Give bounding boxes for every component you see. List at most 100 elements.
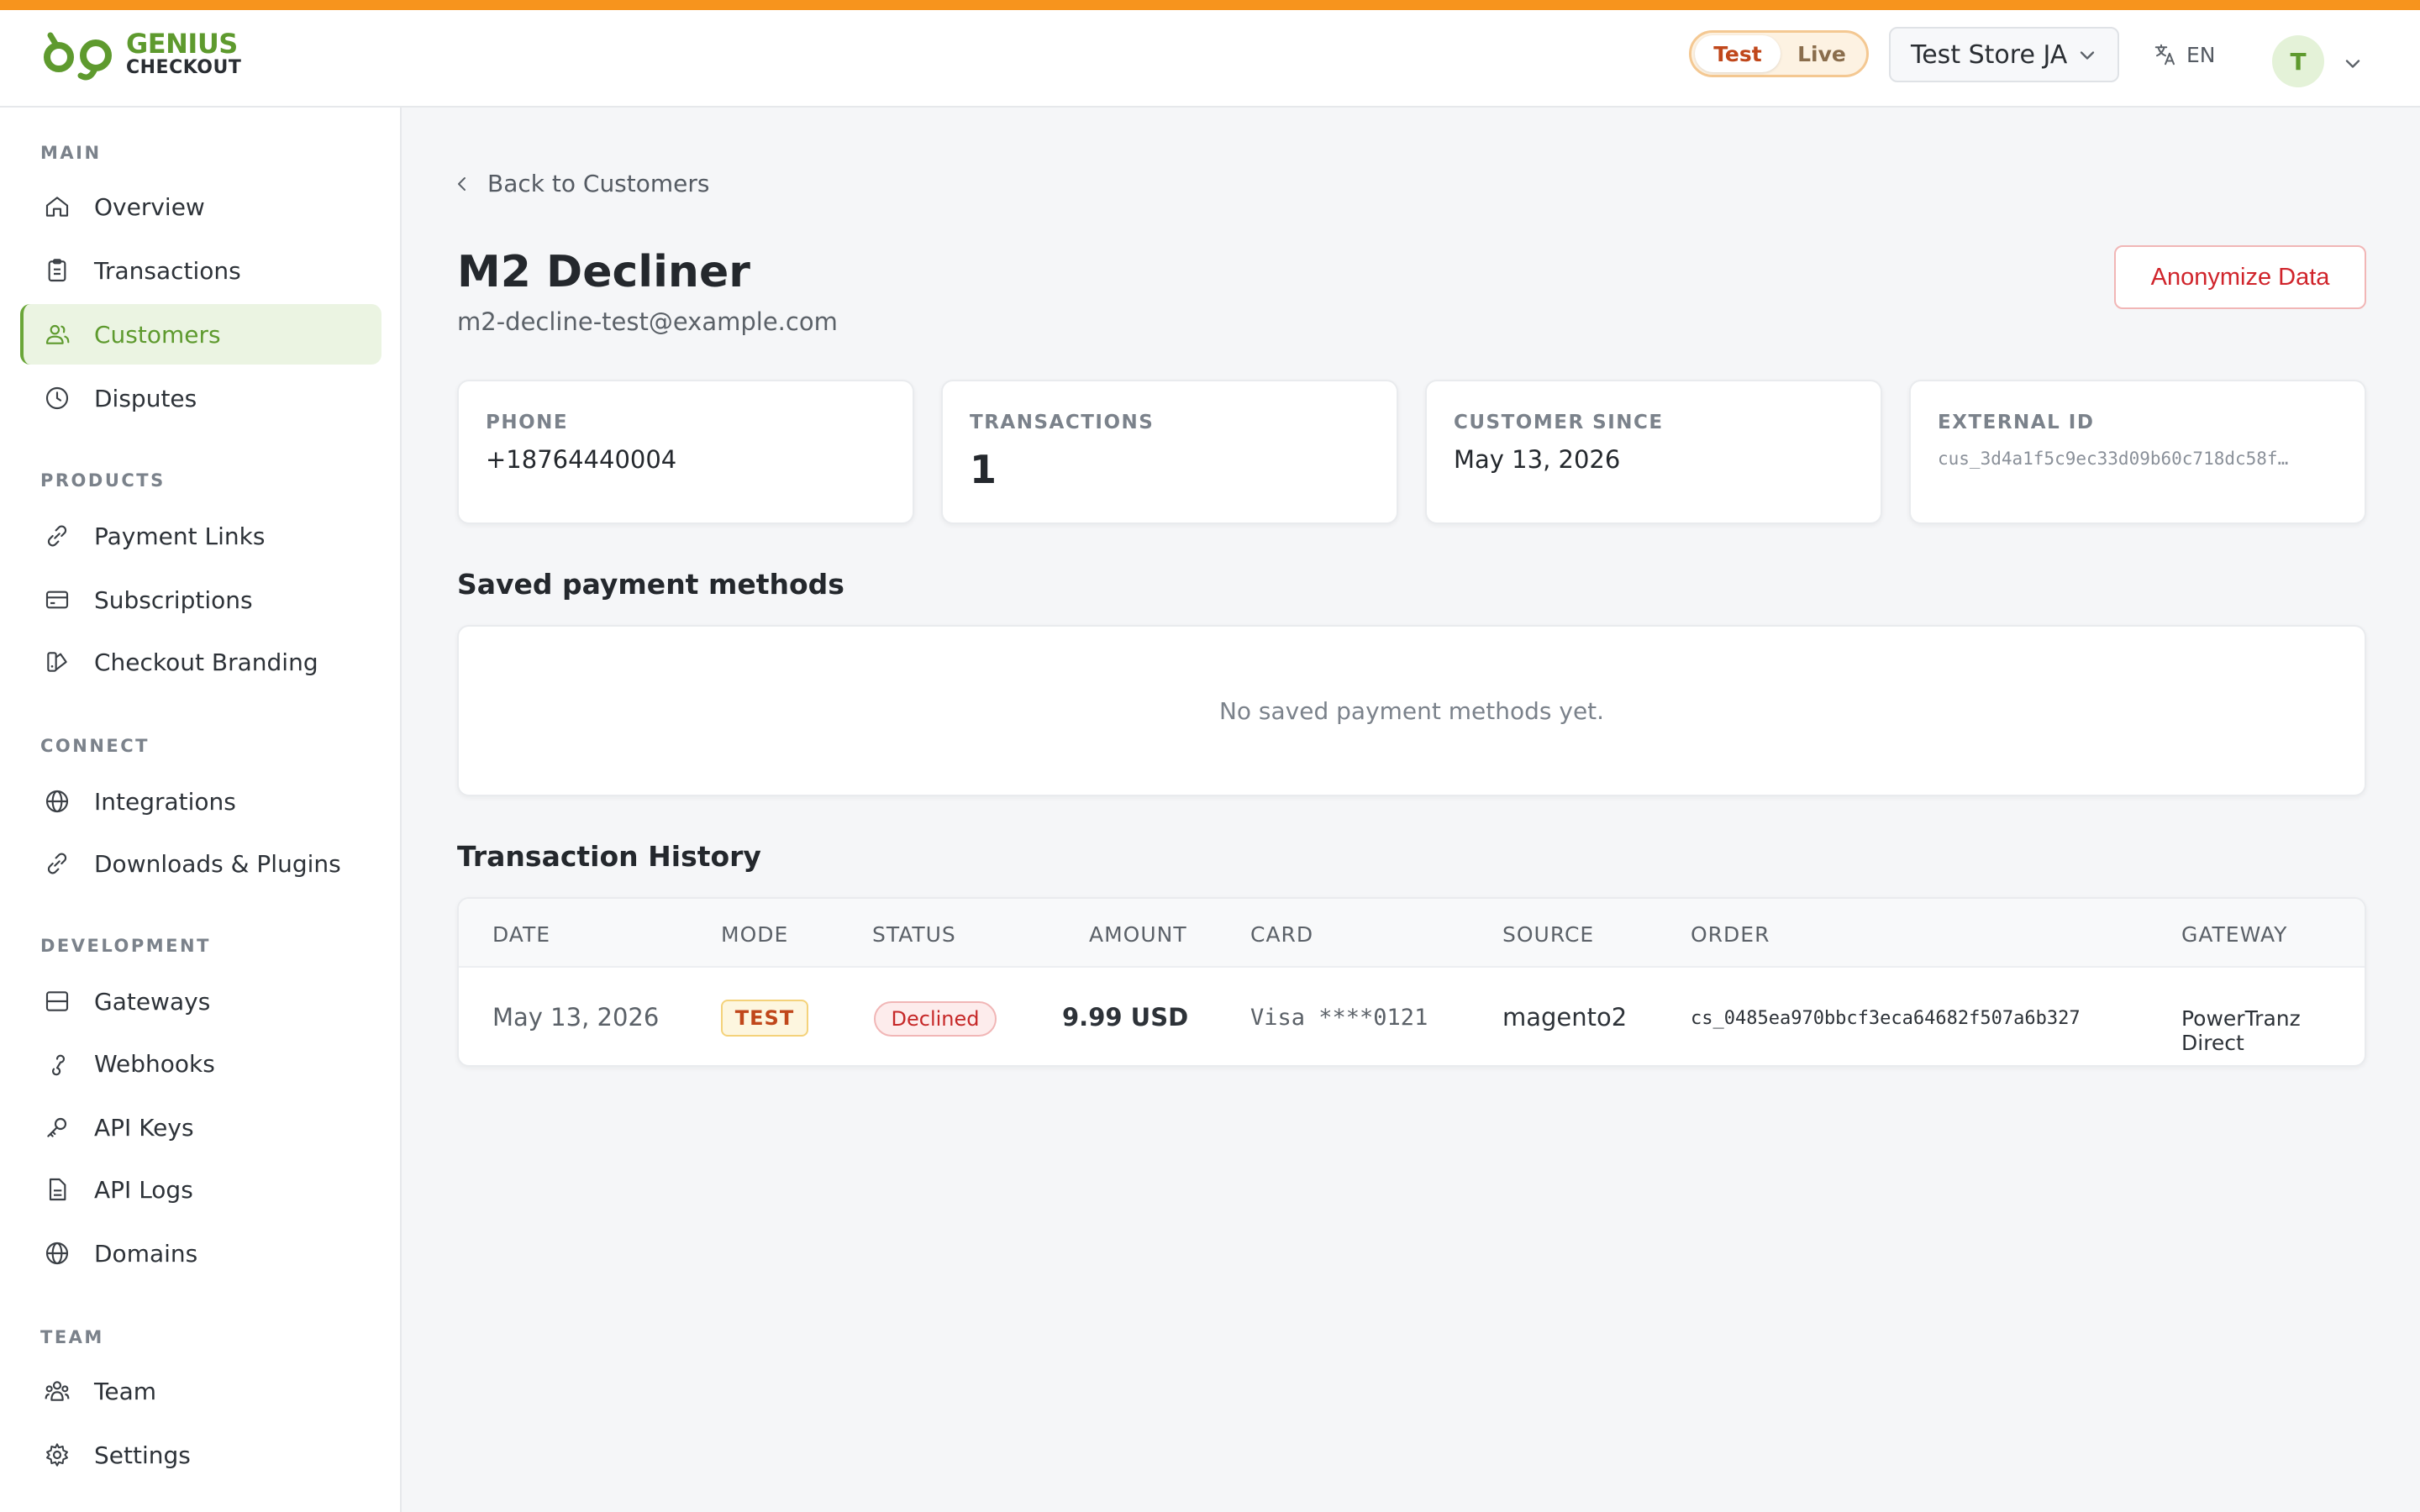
top-accent-bar	[0, 0, 2420, 10]
genius-logo-icon	[44, 32, 112, 81]
sidebar-item-checkout-branding[interactable]: Checkout Branding	[20, 632, 381, 692]
webhook-icon	[42, 1048, 72, 1079]
globe-icon	[42, 786, 72, 816]
home-icon	[42, 192, 72, 222]
cell-amount: 9.99 USD	[1062, 1003, 1189, 1032]
link-icon	[42, 848, 72, 879]
stat-value-external-id[interactable]: cus_3d4a1f5c9ec33d09b60c718dc58f…	[1938, 449, 2344, 469]
store-selector-label: Test Store JA	[1911, 39, 2068, 70]
chevron-left-icon	[458, 176, 466, 191]
sidebar-item-transactions[interactable]: Transactions	[20, 240, 381, 301]
brand-logo[interactable]: GENIUS CHECKOUT	[40, 27, 241, 81]
stat-value-customer-since: May 13, 2026	[1454, 445, 1621, 474]
nav-section-connect: CONNECT	[40, 736, 150, 756]
sidebar-item-payment-links[interactable]: Payment Links	[20, 506, 381, 566]
column-header-source[interactable]: SOURCE	[1502, 922, 1594, 947]
transaction-history-table: DATE MODE STATUS AMOUNT CARD SOURCE ORDE…	[457, 897, 2366, 1067]
mode-test-option[interactable]: Test	[1695, 35, 1781, 72]
sidebar-item-disputes[interactable]: Disputes	[20, 368, 381, 428]
sidebar-item-label: API Logs	[94, 1175, 193, 1204]
sidebar-item-label: Checkout Branding	[94, 648, 318, 676]
sidebar-item-customers[interactable]: Customers	[20, 304, 381, 365]
column-header-order[interactable]: ORDER	[1691, 922, 1770, 947]
column-header-date[interactable]: DATE	[492, 922, 550, 947]
page-title: M2 Decliner	[457, 247, 750, 297]
sidebar-item-label: Gateways	[94, 987, 211, 1016]
sidebar-item-settings[interactable]: Settings	[20, 1425, 381, 1485]
sidebar-item-domains[interactable]: Domains	[20, 1223, 381, 1284]
mode-toggle[interactable]: Test Live	[1689, 30, 1869, 77]
user-avatar[interactable]: T	[2272, 35, 2324, 87]
link-icon	[42, 521, 72, 551]
sidebar-item-team[interactable]: Team	[20, 1361, 381, 1421]
nav-section-development: DEVELOPMENT	[40, 936, 211, 956]
stat-value-phone: +18764440004	[486, 445, 677, 474]
team-icon	[42, 1376, 72, 1406]
sidebar-item-label: Webhooks	[94, 1049, 215, 1078]
sidebar-item-integrations[interactable]: Integrations	[20, 771, 381, 832]
cell-card: Visa ****0121	[1250, 1005, 1428, 1031]
sidebar: MAIN Overview Transactions Customers Dis…	[0, 108, 402, 1512]
sidebar-item-label: Downloads & Plugins	[94, 849, 341, 878]
stat-card-phone: PHONE +18764440004	[457, 380, 914, 524]
main-content: Back to Customers M2 Decliner m2-decline…	[402, 108, 2420, 1512]
sidebar-item-subscriptions[interactable]: Subscriptions	[20, 570, 381, 630]
cell-gateway: PowerTranz Direct	[2181, 1006, 2301, 1055]
server-icon	[42, 986, 72, 1016]
sidebar-item-label: Transactions	[94, 256, 241, 285]
language-label: EN	[2186, 42, 2216, 67]
language-selector[interactable]: EN	[2153, 42, 2216, 67]
sidebar-item-api-keys[interactable]: API Keys	[20, 1097, 381, 1158]
stat-label: TRANSACTIONS	[970, 412, 1155, 433]
back-to-customers-link[interactable]: Back to Customers	[452, 170, 709, 197]
transaction-history-title: Transaction History	[457, 840, 761, 873]
users-icon	[42, 319, 72, 349]
key-icon	[42, 1112, 72, 1142]
globe-icon	[42, 1238, 72, 1268]
mode-live-option[interactable]: Live	[1781, 35, 1863, 72]
credit-card-icon	[42, 585, 72, 615]
nav-section-team: TEAM	[40, 1327, 104, 1347]
cell-order[interactable]: cs_0485ea970bbcf3eca64682f507a6b327	[1691, 1008, 2081, 1029]
stat-label: EXTERNAL ID	[1938, 412, 2095, 433]
top-header: GENIUS CHECKOUT Test Live Test Store JA …	[0, 10, 2420, 108]
status-badge: Declined	[874, 1001, 997, 1037]
stat-card-customer-since: CUSTOMER SINCE May 13, 2026	[1425, 380, 1882, 524]
table-header: DATE MODE STATUS AMOUNT CARD SOURCE ORDE…	[459, 899, 2365, 968]
nav-section-products: PRODUCTS	[40, 470, 166, 491]
saved-methods-panel: No saved payment methods yet.	[457, 625, 2366, 796]
gear-icon	[42, 1440, 72, 1470]
sidebar-item-api-logs[interactable]: API Logs	[20, 1159, 381, 1220]
column-header-mode[interactable]: MODE	[721, 922, 788, 947]
stat-value-transactions: 1	[970, 447, 997, 492]
column-header-amount[interactable]: AMOUNT	[1089, 922, 1187, 947]
column-header-status[interactable]: STATUS	[872, 922, 956, 947]
sidebar-item-label: Settings	[94, 1441, 191, 1469]
sidebar-item-label: Customers	[94, 320, 221, 349]
store-selector[interactable]: Test Store JA	[1889, 27, 2119, 82]
anonymize-data-button[interactable]: Anonymize Data	[2114, 245, 2366, 309]
cell-source: magento2	[1502, 1003, 1628, 1032]
column-header-card[interactable]: CARD	[1250, 922, 1313, 947]
stat-card-transactions: TRANSACTIONS 1	[941, 380, 1398, 524]
document-icon	[42, 1174, 72, 1205]
clock-icon	[42, 383, 72, 413]
saved-methods-title: Saved payment methods	[457, 568, 844, 601]
stat-card-external-id: EXTERNAL ID cus_3d4a1f5c9ec33d09b60c718d…	[1909, 380, 2366, 524]
sidebar-item-gateways[interactable]: Gateways	[20, 971, 381, 1032]
back-link-label: Back to Customers	[487, 170, 710, 197]
nav-section-main: MAIN	[40, 143, 102, 163]
sidebar-item-label: Payment Links	[94, 522, 266, 550]
account-menu-chevron-icon[interactable]	[2341, 52, 2365, 76]
sidebar-item-label: Overview	[94, 192, 205, 221]
swatch-icon	[42, 647, 72, 677]
column-header-gateway[interactable]: GATEWAY	[2181, 922, 2287, 947]
sidebar-item-downloads-plugins[interactable]: Downloads & Plugins	[20, 833, 381, 894]
clipboard-icon	[42, 255, 72, 286]
sidebar-item-label: Team	[94, 1377, 157, 1405]
customer-email: m2-decline-test@example.com	[457, 307, 838, 336]
sidebar-item-webhooks[interactable]: Webhooks	[20, 1033, 381, 1094]
chevron-down-icon	[2080, 51, 2095, 60]
sidebar-item-overview[interactable]: Overview	[20, 176, 381, 237]
cell-date: May 13, 2026	[492, 1003, 660, 1032]
